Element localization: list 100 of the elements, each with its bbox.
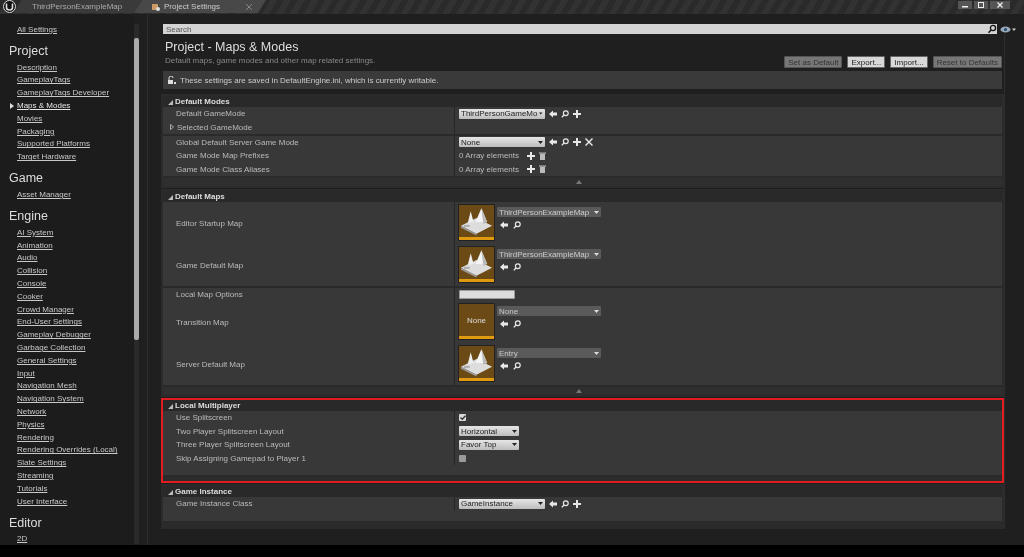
dropdown[interactable]: Horizontal xyxy=(459,426,519,437)
tab[interactable]: Project Settings xyxy=(134,0,266,13)
sidebar-link[interactable]: Animation xyxy=(17,240,53,250)
sidebar-link[interactable]: Navigation System xyxy=(17,394,84,404)
use-selected-icon[interactable] xyxy=(500,263,508,271)
browse-icon[interactable] xyxy=(561,109,569,118)
dropdown[interactable]: None xyxy=(459,137,545,148)
tab[interactable]: ThirdPersonExampleMap xyxy=(14,0,142,13)
caret-icon xyxy=(538,140,543,144)
settings-icon xyxy=(152,2,160,11)
sidebar-link[interactable]: Asset Manager xyxy=(17,190,71,200)
sidebar-link[interactable]: User Interface xyxy=(17,496,68,506)
use-selected-icon[interactable] xyxy=(549,499,557,508)
checkbox[interactable] xyxy=(459,414,466,422)
minimize-icon[interactable] xyxy=(958,1,972,9)
caret-icon xyxy=(594,252,599,256)
checkbox[interactable] xyxy=(459,454,466,462)
use-selected-icon[interactable] xyxy=(549,109,557,118)
sidebar-link[interactable]: End-User Settings xyxy=(17,317,82,327)
property-label: Game Default Map xyxy=(176,260,244,270)
sidebar-link[interactable]: Supported Platforms xyxy=(17,139,90,149)
scrollbar-thumb[interactable] xyxy=(134,38,139,340)
sidebar-link[interactable]: Audio xyxy=(17,253,38,263)
dropdown[interactable]: GameInstance xyxy=(459,498,545,509)
selected-arrow-icon xyxy=(10,102,14,109)
plus-icon[interactable] xyxy=(527,151,535,160)
browse-icon[interactable] xyxy=(561,138,569,147)
eye-icon[interactable] xyxy=(1000,25,1016,33)
caret-icon xyxy=(594,210,599,214)
sidebar-link[interactable]: Rendering xyxy=(17,432,54,442)
dropdown[interactable]: Favor Top xyxy=(459,439,519,450)
dropdown[interactable]: ThirdPersonGameMo xyxy=(459,108,545,119)
plus-icon[interactable] xyxy=(527,165,535,174)
notice-text: These settings are saved in DefaultEngine.ini, which is currently writable. xyxy=(180,75,439,85)
toolbar-button[interactable]: Import... xyxy=(890,56,928,68)
use-selected-icon[interactable] xyxy=(500,362,508,370)
unlocked-icon xyxy=(168,76,176,84)
sidebar-link[interactable]: Garbage Collection xyxy=(17,343,86,353)
sidebar-link[interactable]: All Settings xyxy=(17,24,58,34)
dropdown[interactable]: ThirdPersonExampleMap xyxy=(497,207,601,217)
sidebar-link[interactable]: Input xyxy=(17,368,35,378)
sidebar-link[interactable]: Console xyxy=(17,279,47,289)
browse-icon[interactable] xyxy=(513,221,521,229)
sidebar-link[interactable]: AI System xyxy=(17,227,54,237)
clear-icon[interactable] xyxy=(585,138,593,147)
sidebar-link[interactable]: Movies xyxy=(17,113,43,123)
dropdown[interactable]: None xyxy=(497,306,601,316)
browse-icon[interactable] xyxy=(513,263,521,271)
caret-icon xyxy=(512,429,517,433)
dropdown[interactable]: Entry xyxy=(497,348,601,358)
sidebar-link[interactable]: Cooker xyxy=(17,291,43,301)
property-label: Editor Startup Map xyxy=(176,218,243,228)
property-label: Transition Map xyxy=(176,317,229,327)
browse-icon[interactable] xyxy=(513,320,521,328)
sidebar-link[interactable]: Packaging xyxy=(17,126,55,136)
trash-icon[interactable] xyxy=(539,165,546,174)
collapsed-triangle-icon[interactable] xyxy=(170,124,174,130)
sidebar-link[interactable]: Crowd Manager xyxy=(17,304,74,314)
text-field[interactable] xyxy=(459,290,515,299)
sidebar-link[interactable]: Gameplay Debugger xyxy=(17,330,91,340)
dropdown[interactable]: ThirdPersonExampleMap xyxy=(497,249,601,259)
expanded-triangle-icon xyxy=(168,99,173,105)
caret-icon xyxy=(512,443,517,447)
sidebar-link[interactable]: Maps & Modes xyxy=(17,101,71,111)
toolbar-button[interactable]: Export... xyxy=(847,56,886,68)
browse-icon[interactable] xyxy=(513,362,521,370)
sidebar-link[interactable]: Streaming xyxy=(17,471,54,480)
property-label: Skip Assigning Gamepad to Player 1 xyxy=(176,453,306,463)
sidebar-link[interactable]: Description xyxy=(17,62,57,72)
sidebar-link[interactable]: General Settings xyxy=(17,355,77,365)
sidebar-link[interactable]: Tutorials xyxy=(17,483,48,493)
sidebar-link[interactable]: 2D xyxy=(17,534,28,544)
search-field[interactable]: Search xyxy=(163,24,987,34)
sidebar-link[interactable]: Network xyxy=(17,407,47,416)
sidebar-link[interactable]: Rendering Overrides (Local) xyxy=(17,445,118,455)
search-icon[interactable] xyxy=(987,24,997,34)
property-label: Game Mode Map Prefixes xyxy=(176,151,269,161)
close-icon[interactable] xyxy=(246,3,252,10)
browse-icon[interactable] xyxy=(561,499,569,508)
sidebar-link[interactable]: GameplayTags xyxy=(17,75,71,85)
plus-icon[interactable] xyxy=(573,138,581,147)
trash-icon[interactable] xyxy=(539,151,546,160)
sidebar-link[interactable]: Physics xyxy=(17,419,45,429)
close-icon[interactable] xyxy=(990,1,1010,9)
restore-icon[interactable] xyxy=(974,1,988,9)
collapse-arrow-icon[interactable] xyxy=(576,180,582,184)
category-heading: Project xyxy=(9,42,49,60)
sidebar-link[interactable]: Target Hardware xyxy=(17,152,77,162)
sidebar-link[interactable]: GameplayTags Developer xyxy=(17,88,110,98)
sidebar-link[interactable]: Navigation Mesh xyxy=(17,381,77,391)
sidebar-link[interactable]: Slate Settings xyxy=(17,458,67,468)
collapse-arrow-icon[interactable] xyxy=(576,389,582,393)
use-selected-icon[interactable] xyxy=(549,138,557,147)
use-selected-icon[interactable] xyxy=(500,320,508,328)
category-heading: Editor xyxy=(9,514,43,532)
map-thumbnail: None xyxy=(459,304,494,339)
sidebar-link[interactable]: Collision xyxy=(17,266,48,276)
use-selected-icon[interactable] xyxy=(500,221,508,229)
plus-icon[interactable] xyxy=(573,499,581,508)
plus-icon[interactable] xyxy=(573,109,581,118)
